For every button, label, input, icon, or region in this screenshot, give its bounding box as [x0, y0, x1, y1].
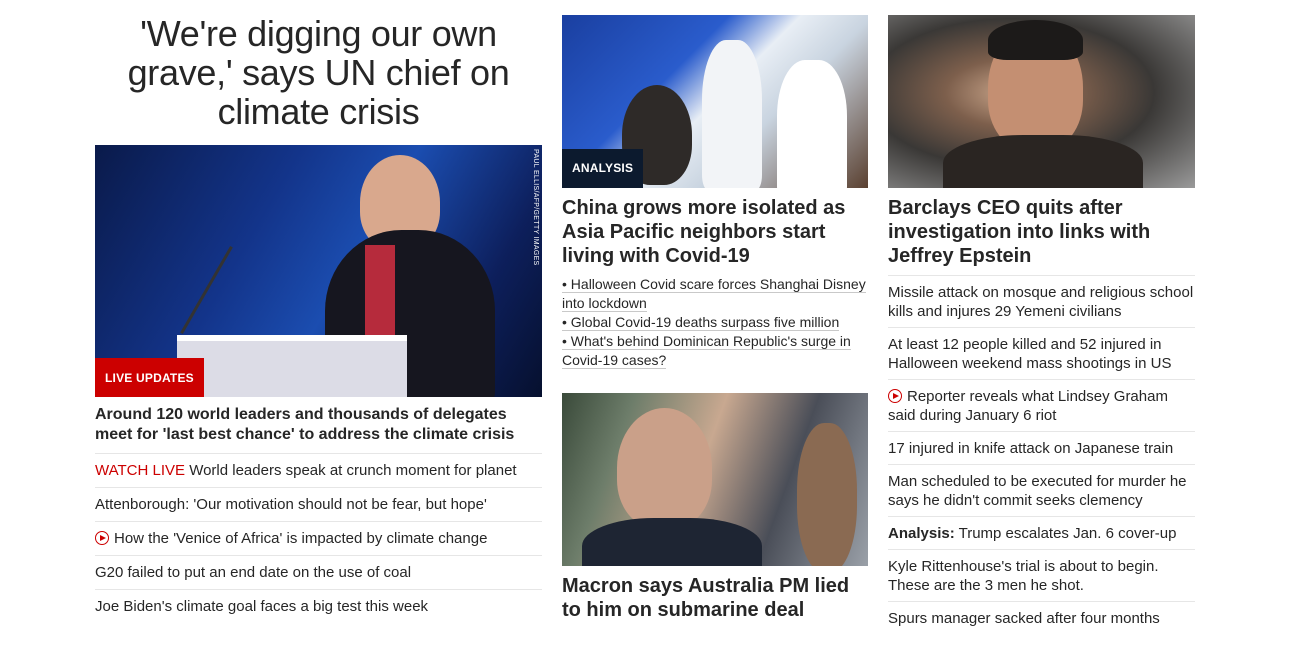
list-item-text: How the 'Venice of Africa' is impacted b… [114, 530, 488, 547]
list-item[interactable]: Reporter reveals what Lindsey Graham sai… [888, 379, 1195, 431]
macron-suit [582, 518, 762, 566]
play-icon [888, 389, 902, 403]
list-item[interactable]: Missile attack on mosque and religious s… [888, 275, 1195, 327]
list-item[interactable]: 17 injured in knife attack on Japanese t… [888, 431, 1195, 464]
china-related-links: • Halloween Covid scare forces Shanghai … [562, 275, 868, 370]
lead-story-column: 'We're digging our own grave,' says UN c… [95, 0, 542, 623]
macron-face [617, 408, 712, 528]
related-link[interactable]: • Halloween Covid scare forces Shanghai … [562, 276, 866, 312]
image-credit: PAUL ELLIS/AFP/GETTY IMAGES [532, 149, 539, 266]
list-item-text: At least 12 people killed and 52 injured… [888, 336, 1172, 372]
list-item[interactable]: Analysis: Trump escalates Jan. 6 cover-u… [888, 516, 1195, 549]
list-item-text: Reporter reveals what Lindsey Graham sai… [888, 388, 1168, 424]
macron-story-image[interactable] [562, 393, 868, 566]
analysis-label: Analysis: [888, 525, 955, 542]
list-item[interactable]: WATCH LIVE World leaders speak at crunch… [95, 453, 542, 487]
middle-column: ANALYSIS China grows more isolated as As… [562, 0, 868, 622]
podium [177, 335, 407, 397]
play-icon [95, 531, 109, 545]
list-item-text: 17 injured in knife attack on Japanese t… [888, 440, 1174, 457]
list-item[interactable]: Spurs manager sacked after four months [888, 601, 1195, 634]
analysis-badge[interactable]: ANALYSIS [562, 149, 644, 188]
list-item[interactable]: Joe Biden's climate goal faces a big tes… [95, 589, 542, 623]
ceo-jacket [943, 135, 1143, 188]
watch-live-label: WATCH LIVE [95, 462, 186, 479]
background-person [797, 423, 857, 566]
list-item-text: World leaders speak at crunch moment for… [189, 462, 517, 479]
list-item-text: Spurs manager sacked after four months [888, 610, 1160, 627]
speaker-tie [365, 245, 395, 335]
list-item-text: Kyle Rittenhouse's trial is about to beg… [888, 558, 1159, 594]
list-item-text: Joe Biden's climate goal faces a big tes… [95, 598, 429, 615]
barclays-headline[interactable]: Barclays CEO quits after investigation i… [888, 196, 1195, 268]
list-item[interactable]: Man scheduled to be executed for murder … [888, 464, 1195, 516]
ceo-hair [988, 20, 1083, 60]
list-item[interactable]: Kyle Rittenhouse's trial is about to beg… [888, 549, 1195, 601]
list-item[interactable]: How the 'Venice of Africa' is impacted b… [95, 521, 542, 555]
list-item[interactable]: Attenborough: 'Our motivation should not… [95, 487, 542, 521]
lead-related-list: WATCH LIVE World leaders speak at crunch… [95, 453, 542, 623]
related-link[interactable]: • What's behind Dominican Republic's sur… [562, 333, 851, 369]
health-worker-2 [777, 60, 847, 188]
right-headline-list: Missile attack on mosque and religious s… [888, 275, 1195, 634]
macron-headline[interactable]: Macron says Australia PM lied to him on … [562, 574, 868, 622]
related-link[interactable]: • Global Covid-19 deaths surpass five mi… [562, 314, 840, 331]
list-item-text: Trump escalates Jan. 6 cover-up [958, 525, 1177, 542]
live-updates-badge[interactable]: LIVE UPDATES [95, 358, 204, 397]
list-item-text: Attenborough: 'Our motivation should not… [95, 496, 487, 513]
china-headline[interactable]: China grows more isolated as Asia Pacifi… [562, 196, 868, 268]
right-column: Barclays CEO quits after investigation i… [888, 0, 1195, 634]
china-story-image[interactable]: ANALYSIS [562, 15, 868, 188]
lead-headline[interactable]: 'We're digging our own grave,' says UN c… [95, 14, 542, 131]
lead-subheadline[interactable]: Around 120 world leaders and thousands o… [95, 405, 542, 445]
lead-story-image[interactable]: PAUL ELLIS/AFP/GETTY IMAGES LIVE UPDATES [95, 145, 542, 397]
list-item-text: G20 failed to put an end date on the use… [95, 564, 412, 581]
barclays-story-image[interactable] [888, 15, 1195, 188]
list-item[interactable]: G20 failed to put an end date on the use… [95, 555, 542, 589]
list-item-text: Man scheduled to be executed for murder … [888, 473, 1187, 509]
microphone [180, 245, 233, 335]
health-worker-1 [702, 40, 762, 188]
list-item[interactable]: At least 12 people killed and 52 injured… [888, 327, 1195, 379]
list-item-text: Missile attack on mosque and religious s… [888, 284, 1194, 320]
